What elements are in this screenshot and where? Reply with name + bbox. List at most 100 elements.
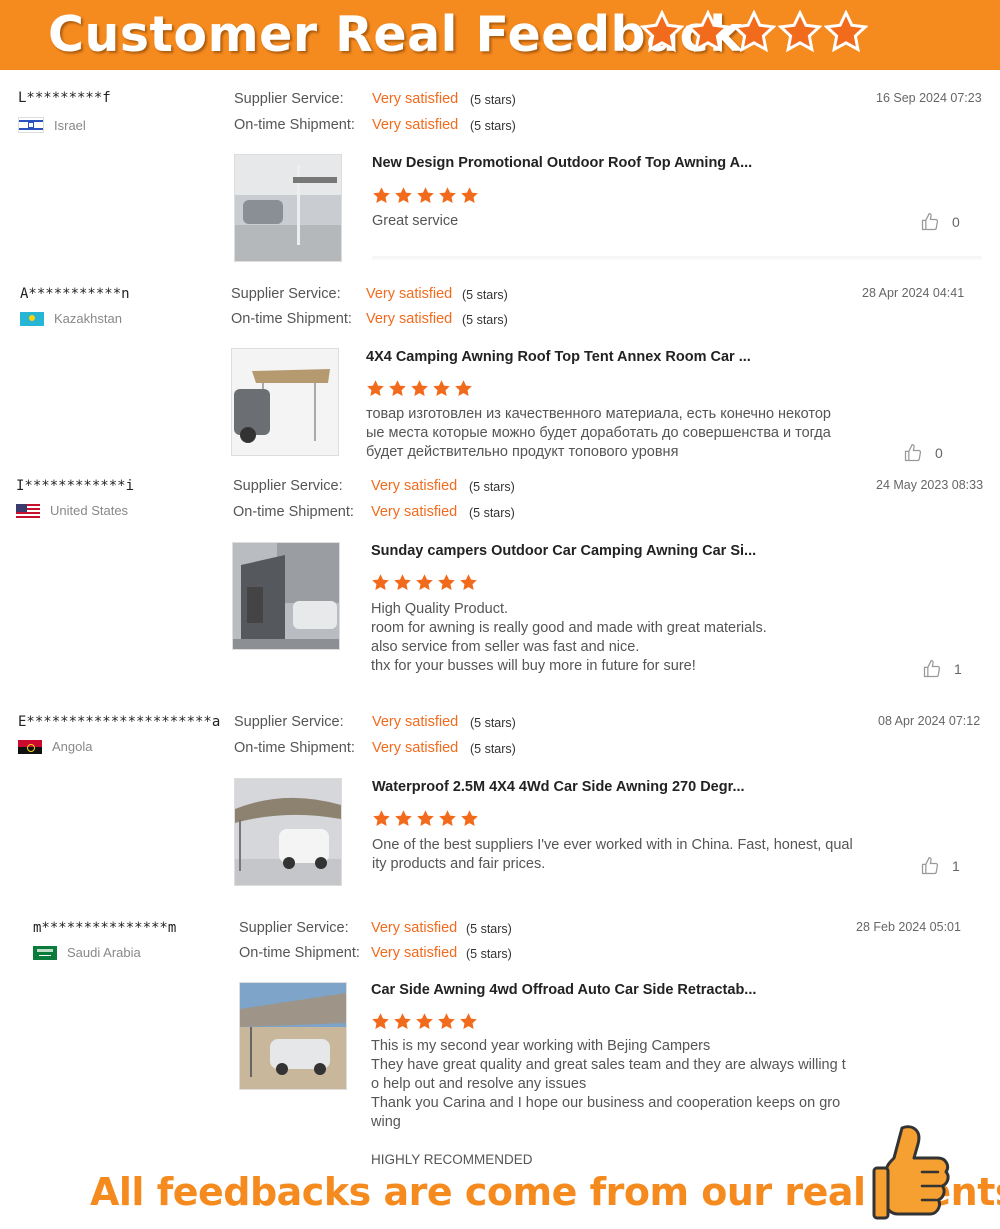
star-icon [417,810,434,827]
comment-line: товар изготовлен из качественного матери… [366,406,831,422]
comment-line: also service from seller was fast and ni… [371,639,640,655]
star-icon [461,187,478,204]
star-icon [389,380,406,397]
thumbs-up-icon [904,444,922,462]
reviewer-name: A***********n [20,286,130,302]
like-button[interactable]: 1 [922,659,962,679]
comment-line: wing [371,1114,401,1130]
star-icon [417,187,434,204]
review-comment: High Quality Product. room for awning is… [371,600,767,676]
reviewer-country: United States [16,503,128,518]
product-title[interactable]: 4X4 Camping Awning Roof Top Tent Annex R… [366,349,751,365]
star-icon [455,380,472,397]
comment-line: HIGHLY RECOMMENDED [371,1152,533,1167]
shipment-stars: (5 stars) [466,947,512,961]
country-name: United States [50,503,129,518]
shipment-label: On-time Shipment: [233,504,354,520]
thumbs-up-icon [921,857,939,875]
like-count: 0 [935,445,943,461]
star-icon [373,810,390,827]
star-icon [438,1013,455,1030]
star-icon [416,1013,433,1030]
supplier-service-value: Very satisfied [372,91,459,107]
reviewer-name: L*********f [18,90,111,106]
supplier-service-value: Very satisfied [371,920,458,936]
star-icon [372,574,389,591]
banner-title: Customer Real Feedback [48,6,743,63]
like-button[interactable]: 0 [903,443,943,463]
product-title[interactable]: New Design Promotional Outdoor Roof Top … [372,155,752,171]
shipment-stars: (5 stars) [462,313,508,327]
product-thumbnail[interactable] [234,154,342,262]
country-name: Kazakhstan [54,311,122,326]
shipment-value: Very satisfied [371,504,458,520]
thumbs-up-icon [923,660,941,678]
review-date: 28 Feb 2024 05:01 [856,920,961,934]
product-thumbnail[interactable] [232,542,340,650]
review-date: 16 Sep 2024 07:23 [876,91,982,105]
shipment-label: On-time Shipment: [231,311,352,327]
review-date: 24 May 2023 08:33 [876,478,984,492]
banner-stars [640,10,868,54]
thumbs-up-icon [872,1125,950,1220]
shipment-label: On-time Shipment: [234,117,355,133]
product-title[interactable]: Car Side Awning 4wd Offroad Auto Car Sid… [371,982,756,998]
like-count: 1 [952,858,960,874]
star-icon [439,810,456,827]
shipment-value: Very satisfied [372,740,459,756]
country-name: Angola [52,739,93,754]
country-name: Saudi Arabia [67,945,141,960]
product-thumbnail[interactable] [239,982,347,1090]
angola-flag [18,739,42,754]
comment-line: One of the best suppliers I've ever work… [372,837,853,853]
reviewer-country: Kazakhstan [20,311,122,326]
comment-line: ые места которые можно будет доработать … [366,425,831,441]
comment-line: This is my second year working with Beji… [371,1038,711,1054]
comment-line: будет действительно продукт топового уро… [366,444,679,460]
comment-line: Great service [372,213,459,229]
israel-flag [18,117,44,133]
star-icon [411,380,428,397]
comment-line [371,1132,846,1150]
comment-line: o help out and resolve any issues [371,1076,587,1092]
comment-line: Thank you Carina and I hope our business… [371,1095,841,1111]
supplier-service-value: Very satisfied [371,478,458,494]
review-date: 28 Apr 2024 04:41 [862,286,965,300]
star-icon [439,187,456,204]
product-thumbnail[interactable] [231,348,339,456]
supplier-service-stars: (5 stars) [470,93,516,107]
review-comment: One of the best suppliers I've ever work… [372,836,853,874]
star-icon [373,187,390,204]
rating-stars [366,379,473,398]
product-title[interactable]: Waterproof 2.5M 4X4 4Wd Car Side Awning … [372,779,745,795]
comment-line: room for awning is really good and made … [371,620,767,636]
star-icon [433,380,450,397]
country-name: Israel [54,117,86,133]
comment-line: ity products and fair prices. [372,856,546,872]
supplier-service-label: Supplier Service: [234,91,344,107]
thumbs-up-icon [921,213,939,231]
comment-line: They have great quality and great sales … [371,1057,846,1073]
shipment-stars: (5 stars) [469,506,515,520]
divider [372,256,982,260]
like-button[interactable]: 1 [920,856,960,876]
footer-slogan: All feedbacks are come from our real cli… [90,1170,1000,1214]
like-button[interactable]: 0 [920,212,960,232]
star-icon [395,187,412,204]
shipment-value: Very satisfied [366,311,453,327]
supplier-service-stars: (5 stars) [462,288,508,302]
reviewer-name: E**********************a [18,714,221,730]
star-icon [438,574,455,591]
supplier-service-stars: (5 stars) [466,922,512,936]
kazakhstan-flag [20,311,44,326]
review-comment: Great service [372,212,458,231]
star-icon [372,1013,389,1030]
shipment-value: Very satisfied [372,117,459,133]
star-icon [416,574,433,591]
star-icon [778,10,822,53]
supplier-service-value: Very satisfied [372,714,459,730]
shipment-label: On-time Shipment: [239,945,360,961]
shipment-stars: (5 stars) [470,119,516,133]
product-thumbnail[interactable] [234,778,342,886]
product-title[interactable]: Sunday campers Outdoor Car Camping Awnin… [371,543,756,559]
